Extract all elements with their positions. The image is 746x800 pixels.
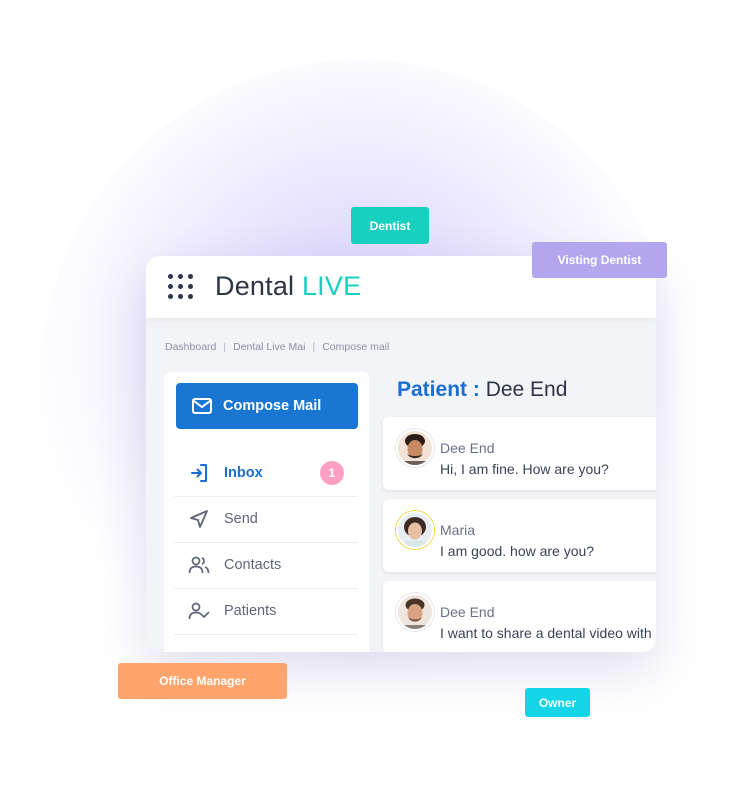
sidebar-item-label: Patients (224, 603, 277, 619)
breadcrumb: Dashboard | Dental Live Mai | Compose mail (165, 341, 389, 353)
breadcrumb-dashboard[interactable]: Dashboard (165, 341, 216, 353)
sidebar-item-inbox[interactable]: Inbox 1 (174, 450, 358, 497)
message-sender: Dee End (440, 604, 495, 620)
sidebar-item-contacts[interactable]: Contacts (174, 542, 358, 589)
breadcrumb-separator: | (312, 341, 316, 353)
message-sender: Maria (440, 522, 476, 538)
message-item[interactable]: Dee End I want to share a dental video w… (383, 581, 656, 652)
conversation-title: Patient : Dee End (397, 378, 567, 402)
sidebar-item-send[interactable]: Send (174, 496, 358, 543)
message-text: Hi, I am fine. How are you? (440, 461, 609, 477)
avatar (396, 511, 434, 549)
brand-logo: Dental LIVE (215, 271, 361, 302)
message-text: I want to share a dental video with (440, 625, 652, 641)
avatar (396, 429, 434, 467)
office-manager-tag: Office Manager (118, 663, 287, 699)
unread-count-badge: 1 (320, 461, 344, 485)
owner-tag: Owner (525, 688, 590, 717)
mail-sidebar: Compose Mail Inbox 1 Send Contacts Patie… (164, 372, 369, 652)
message-text: I am good. how are you? (440, 543, 595, 559)
sidebar-item-label: Send (224, 511, 258, 527)
patients-icon (188, 600, 210, 622)
breadcrumb-compose-mail: Compose mail (322, 341, 390, 353)
mail-icon (192, 398, 212, 414)
message-item[interactable]: Maria I am good. how are you? (383, 499, 656, 572)
dentist-tag: Dentist (351, 207, 429, 244)
sidebar-item-label: Contacts (224, 557, 282, 573)
inbox-icon (188, 462, 210, 484)
app-window: Dental LIVE Dashboard | Dental Live Mai | Co… (146, 256, 656, 652)
sidebar-item-patients[interactable]: Patients (174, 588, 358, 635)
message-item[interactable]: Dee End Hi, I am fine. How are you? (383, 417, 656, 490)
brand-name: Dental (215, 271, 295, 301)
compose-mail-button[interactable]: Compose Mail (176, 383, 358, 429)
breadcrumb-dental-live-mail[interactable]: Dental Live Mai (233, 341, 305, 353)
patient-name: Dee End (485, 378, 568, 401)
breadcrumb-separator: | (223, 341, 227, 353)
apps-grid-icon[interactable] (168, 274, 194, 300)
sidebar-item-label: Inbox (224, 465, 263, 481)
patient-label: Patient : (397, 378, 480, 401)
message-sender: Dee End (440, 440, 495, 456)
contacts-icon (188, 554, 210, 576)
visiting-dentist-tag: Visting Dentist (532, 242, 667, 278)
brand-live: LIVE (301, 271, 362, 301)
compose-mail-label: Compose Mail (223, 398, 322, 414)
avatar (396, 593, 434, 631)
send-icon (188, 508, 210, 530)
